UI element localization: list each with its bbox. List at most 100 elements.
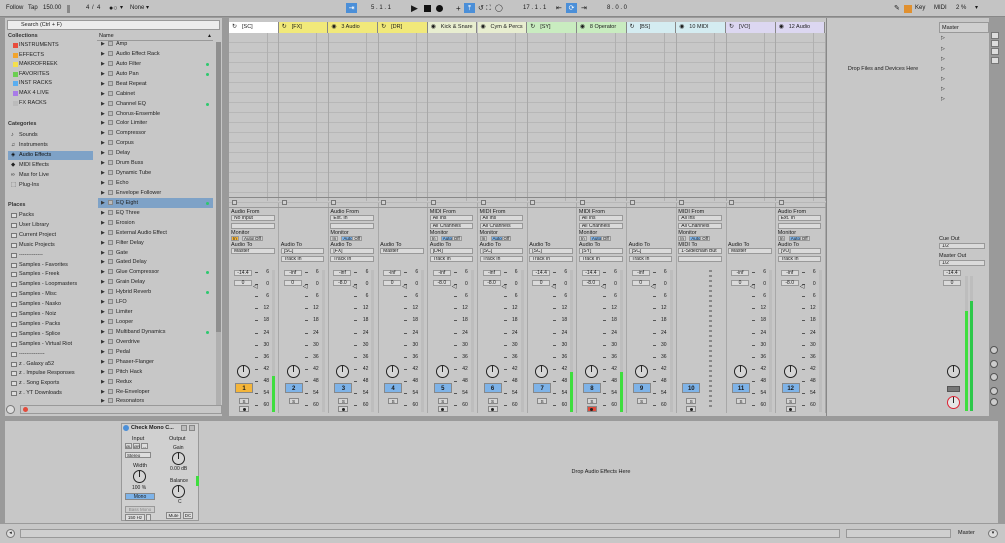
category-item-instruments[interactable]: ♫ Instruments — [8, 141, 93, 150]
track-pan-value[interactable]: -8.0 — [482, 280, 501, 286]
expand-arrow-icon[interactable]: ▶ — [101, 387, 105, 397]
browser-item[interactable]: ▶ Color Limiter — [98, 118, 213, 128]
input-select[interactable]: All Ins — [479, 215, 524, 221]
expand-arrow-icon[interactable]: ▶ — [101, 287, 105, 297]
input-channel-select[interactable]: All Channels — [429, 223, 474, 229]
loop-length-field[interactable]: 8 . 0 . 0 — [607, 3, 627, 14]
expand-arrow-icon[interactable]: ▶ — [101, 248, 105, 258]
output-channel-select[interactable]: Track In — [429, 256, 474, 262]
track-activator-button[interactable]: 8 — [582, 383, 601, 393]
output-select[interactable]: [SC] — [479, 248, 524, 254]
preview-record-icon[interactable] — [23, 407, 28, 412]
clip-stop-icon[interactable] — [232, 200, 237, 205]
browser-item[interactable]: ▶ Auto Filter — [98, 59, 213, 69]
browser-item[interactable]: ▶ Corpus — [98, 138, 213, 148]
browser-item[interactable]: ▶ Channel EQ — [98, 99, 213, 109]
track-volume[interactable]: -inf — [780, 270, 799, 276]
clip-stop-icon[interactable] — [729, 200, 734, 205]
browser-item[interactable]: ▶ Beat Repeat — [98, 79, 213, 89]
audio-track-icon[interactable]: ↻ — [232, 22, 237, 33]
browser-item[interactable]: ▶ Gated Delay — [98, 257, 213, 267]
clip-stop-icon[interactable] — [530, 200, 536, 205]
place-item[interactable]: Current Project — [8, 231, 93, 240]
input-channel-select[interactable]: All Channels — [578, 223, 623, 229]
expand-arrow-icon[interactable]: ▶ — [101, 307, 105, 317]
track-title[interactable]: ↻ [FX] — [278, 22, 329, 33]
place-item[interactable]: -------------- — [8, 350, 93, 359]
track-pan-value[interactable]: -8.0 — [581, 280, 600, 286]
track-volume[interactable]: -inf — [333, 270, 352, 276]
monitor-in-button[interactable]: In — [330, 236, 339, 241]
track-title[interactable]: ◉ 8 Operator — [576, 22, 627, 33]
monitor-in-button[interactable]: In — [231, 236, 239, 241]
solo-button[interactable]: S — [785, 398, 796, 404]
track-pan-value[interactable]: -8.0 — [432, 280, 451, 286]
output-select[interactable]: [SY] — [578, 248, 623, 254]
nudge-icon[interactable] — [67, 5, 70, 13]
output-channel-select[interactable]: Track In — [280, 256, 325, 262]
group-fold-icon[interactable]: ◉ — [779, 22, 784, 33]
device-save-icon[interactable] — [181, 425, 187, 431]
clip-stop-icon[interactable] — [430, 200, 436, 205]
pan-knob[interactable] — [435, 365, 449, 378]
scene-launch-icon[interactable]: ▷ — [941, 96, 945, 102]
collection-item[interactable]: EFFECTS — [8, 51, 93, 60]
browser-item[interactable]: ▶ Drum Buss — [98, 158, 213, 168]
browser-item[interactable]: ▶ Audio Effect Rack — [98, 49, 213, 59]
collection-item[interactable]: FX RACKS — [8, 99, 93, 108]
arm-button[interactable] — [487, 406, 498, 412]
browser-item[interactable]: ▶ Looper — [98, 317, 213, 327]
scene-launch-icon[interactable]: ▷ — [941, 86, 945, 92]
browser-item[interactable]: ▶ Erosion — [98, 218, 213, 228]
track-activator-button[interactable]: 5 — [433, 383, 452, 393]
track-pan-value[interactable]: 0 — [234, 280, 252, 286]
solo-button[interactable]: S — [288, 398, 299, 404]
gain-knob[interactable] — [172, 452, 185, 465]
group-fold-icon[interactable]: ◉ — [481, 22, 486, 33]
input-channel-select[interactable] — [777, 223, 822, 229]
collection-item[interactable]: FAVORITES — [8, 70, 93, 79]
info-toggle-icon[interactable]: ◂ — [6, 529, 15, 538]
input-channel-select[interactable] — [330, 223, 375, 229]
input-r-button[interactable]: ØR — [133, 443, 140, 449]
volume-fader-handle[interactable]: ◁ — [750, 283, 755, 290]
track-title[interactable]: ↻ [BS] — [626, 22, 677, 33]
category-item-plug-ins[interactable]: ⬚ Plug-Ins — [8, 181, 93, 190]
scene-launch-icon[interactable]: ▷ — [941, 46, 945, 52]
pan-knob[interactable] — [386, 365, 400, 378]
master-out-select[interactable]: 1/2 — [939, 260, 985, 266]
track-title[interactable]: ◉ Kick & Snare — [427, 22, 478, 33]
play-icon[interactable]: ▶ — [411, 3, 418, 14]
track-volume[interactable]: -inf — [631, 270, 650, 276]
input-select[interactable]: All Ins — [678, 215, 722, 221]
track-activator-button[interactable]: 12 — [781, 383, 800, 393]
browser-item[interactable]: ▶ Cabinet — [98, 89, 213, 99]
browser-item[interactable]: ▶ Delay — [98, 148, 213, 158]
place-item[interactable]: Samples - Misc — [8, 290, 93, 299]
view-toggle-icon[interactable] — [991, 40, 999, 47]
pan-knob[interactable] — [584, 365, 598, 378]
clip-stop-icon[interactable] — [381, 200, 387, 205]
track-activator-button[interactable]: 4 — [384, 383, 403, 393]
search-input[interactable]: Search (Ctrl + F) — [7, 20, 220, 30]
input-channel-select[interactable]: All Channels — [479, 223, 524, 229]
mute-button[interactable]: Mute — [166, 512, 181, 519]
track-pan-value[interactable]: 0 — [532, 280, 551, 286]
time-signature-denominator[interactable]: 4 — [97, 3, 100, 14]
expand-arrow-icon[interactable]: ▶ — [101, 347, 105, 357]
audio-track-icon[interactable]: ◉ — [331, 22, 336, 33]
monitor-off-button[interactable]: Off — [700, 236, 711, 241]
key-map-button[interactable]: Key — [915, 3, 925, 14]
collection-item[interactable]: INSTRUMENTS — [8, 41, 93, 50]
track-volume[interactable]: -14.4 — [234, 270, 252, 276]
place-item[interactable]: Samples - Nasko — [8, 300, 93, 309]
output-channel-select[interactable]: Track In — [628, 256, 673, 262]
monitor-off-button[interactable]: Off — [352, 236, 363, 241]
track-pan-value[interactable]: 0 — [631, 280, 650, 286]
input-select[interactable]: All Ins — [578, 215, 623, 221]
monitor-off-button[interactable]: Off — [451, 236, 462, 241]
monitor-in-button[interactable]: In — [429, 236, 438, 241]
track-activator-button[interactable]: 7 — [533, 383, 552, 393]
expand-arrow-icon[interactable]: ▶ — [101, 327, 105, 337]
category-item-max-for-live[interactable]: ∞ Max for Live — [8, 171, 93, 180]
